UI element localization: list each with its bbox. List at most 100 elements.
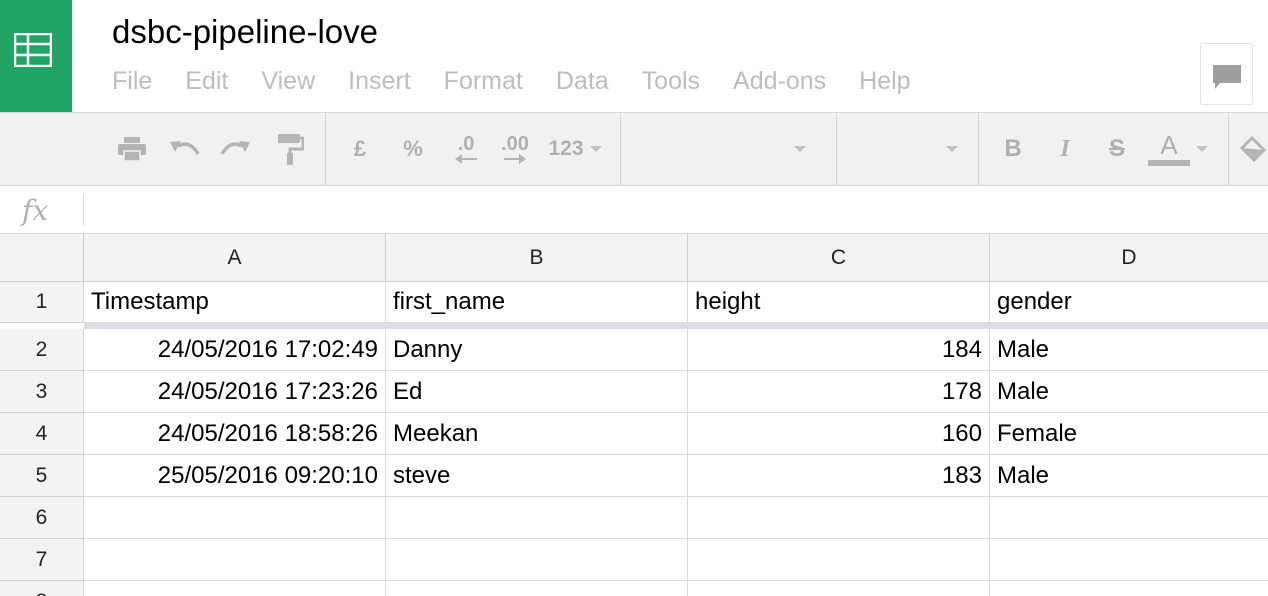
spreadsheet-grid: A B C D 1 Timestamp first_name height gender… — [0, 234, 1268, 596]
cell-b1[interactable]: first_name — [386, 282, 688, 323]
menu-tools[interactable]: Tools — [642, 66, 700, 96]
fill-color-button[interactable] — [1238, 113, 1268, 185]
cell-a5[interactable]: 25/05/2016 09:20:10 — [84, 455, 386, 497]
column-header-a[interactable]: A — [84, 234, 386, 282]
comment-icon — [1213, 65, 1241, 89]
row-header-7[interactable]: 7 — [0, 539, 84, 581]
row-header-6[interactable]: 6 — [0, 497, 84, 539]
column-header-d[interactable]: D — [990, 234, 1268, 282]
cell-c7[interactable] — [688, 539, 990, 581]
sheets-logo-icon — [14, 33, 52, 67]
increase-decimal-button[interactable]: .00 — [494, 113, 536, 185]
row-header-4[interactable]: 4 — [0, 413, 84, 455]
document-title[interactable]: dsbc-pipeline-love — [112, 13, 378, 51]
paint-format-button[interactable] — [270, 113, 310, 185]
text-color-button[interactable]: A — [1144, 113, 1212, 185]
print-button[interactable] — [112, 113, 152, 185]
increase-decimal-label: .00 — [501, 133, 529, 155]
toolbar: £ % .0 .00 123 B I S A — [0, 112, 1268, 186]
toolbar-divider — [836, 113, 837, 185]
app-header: dsbc-pipeline-love File Edit View Insert… — [0, 0, 1268, 112]
chevron-down-icon — [589, 146, 602, 152]
menu-add-ons[interactable]: Add-ons — [733, 66, 826, 96]
arrow-left-icon — [455, 154, 477, 164]
menu-view[interactable]: View — [261, 66, 315, 96]
percent-format-button[interactable]: % — [396, 113, 430, 185]
menu-help[interactable]: Help — [859, 66, 910, 96]
menu-insert[interactable]: Insert — [348, 66, 411, 96]
select-all-corner[interactable] — [0, 234, 84, 282]
column-header-b[interactable]: B — [386, 234, 688, 282]
cell-a2[interactable]: 24/05/2016 17:02:49 — [84, 329, 386, 371]
row-header-5[interactable]: 5 — [0, 455, 84, 497]
cell-b7[interactable] — [386, 539, 688, 581]
chevron-down-icon — [794, 146, 806, 152]
font-family-dropdown[interactable] — [622, 113, 834, 185]
cell-a1[interactable]: Timestamp — [84, 282, 386, 323]
cell-d8[interactable] — [990, 581, 1268, 596]
cell-d3[interactable]: Male — [990, 371, 1268, 413]
cell-c3[interactable]: 178 — [688, 371, 990, 413]
menu-file[interactable]: File — [112, 66, 152, 96]
more-formats-label: 123 — [548, 137, 584, 160]
cell-c6[interactable] — [688, 497, 990, 539]
row-header-1[interactable]: 1 — [0, 282, 84, 323]
sheets-logo[interactable] — [0, 0, 72, 112]
font-size-dropdown[interactable] — [838, 113, 976, 185]
cell-d7[interactable] — [990, 539, 1268, 581]
text-color-label: A — [1160, 130, 1178, 160]
formula-bar: fx — [0, 186, 1268, 234]
cell-a7[interactable] — [84, 539, 386, 581]
cell-b6[interactable] — [386, 497, 688, 539]
toolbar-divider — [325, 113, 326, 185]
chevron-down-icon — [946, 146, 958, 152]
cell-b8[interactable] — [386, 581, 688, 596]
cell-a8[interactable] — [84, 581, 386, 596]
toolbar-divider — [978, 113, 979, 185]
column-header-c[interactable]: C — [688, 234, 990, 282]
formula-divider — [83, 194, 84, 226]
cell-b2[interactable]: Danny — [386, 329, 688, 371]
cell-c1[interactable]: height — [688, 282, 990, 323]
decrease-decimal-button[interactable]: .0 — [446, 113, 486, 185]
bold-button[interactable]: B — [996, 113, 1030, 185]
currency-format-button[interactable]: £ — [345, 113, 375, 185]
cell-d5[interactable]: Male — [990, 455, 1268, 497]
toolbar-divider — [620, 113, 621, 185]
cell-d4[interactable]: Female — [990, 413, 1268, 455]
frozen-row-divider[interactable] — [84, 323, 1268, 329]
comments-button[interactable] — [1200, 43, 1253, 105]
italic-button[interactable]: I — [1048, 113, 1082, 185]
redo-button[interactable] — [216, 113, 256, 185]
row-header-8[interactable]: 8 — [0, 581, 84, 596]
toolbar-divider — [1228, 113, 1229, 185]
cell-b4[interactable]: Meekan — [386, 413, 688, 455]
strikethrough-button[interactable]: S — [1100, 113, 1134, 185]
print-icon — [118, 137, 146, 162]
cell-d2[interactable]: Male — [990, 329, 1268, 371]
cell-c4[interactable]: 160 — [688, 413, 990, 455]
cell-c2[interactable]: 184 — [688, 329, 990, 371]
formula-input[interactable] — [92, 194, 1252, 226]
text-color-bar — [1148, 160, 1190, 166]
menu-data[interactable]: Data — [556, 66, 609, 96]
row-header-3[interactable]: 3 — [0, 371, 84, 413]
decrease-decimal-label: .0 — [457, 133, 475, 155]
bold-label: B — [1004, 135, 1022, 162]
cell-c5[interactable]: 183 — [688, 455, 990, 497]
cell-a4[interactable]: 24/05/2016 18:58:26 — [84, 413, 386, 455]
menu-format[interactable]: Format — [444, 66, 523, 96]
row-header-2[interactable]: 2 — [0, 329, 84, 371]
strikethrough-label: S — [1108, 135, 1125, 162]
arrow-right-icon — [504, 154, 526, 164]
cell-d6[interactable] — [990, 497, 1268, 539]
cell-a3[interactable]: 24/05/2016 17:23:26 — [84, 371, 386, 413]
cell-d1[interactable]: gender — [990, 282, 1268, 323]
more-formats-dropdown[interactable]: 123 — [544, 113, 606, 185]
cell-c8[interactable] — [688, 581, 990, 596]
cell-a6[interactable] — [84, 497, 386, 539]
cell-b3[interactable]: Ed — [386, 371, 688, 413]
menu-edit[interactable]: Edit — [185, 66, 228, 96]
cell-b5[interactable]: steve — [386, 455, 688, 497]
undo-button[interactable] — [164, 113, 204, 185]
